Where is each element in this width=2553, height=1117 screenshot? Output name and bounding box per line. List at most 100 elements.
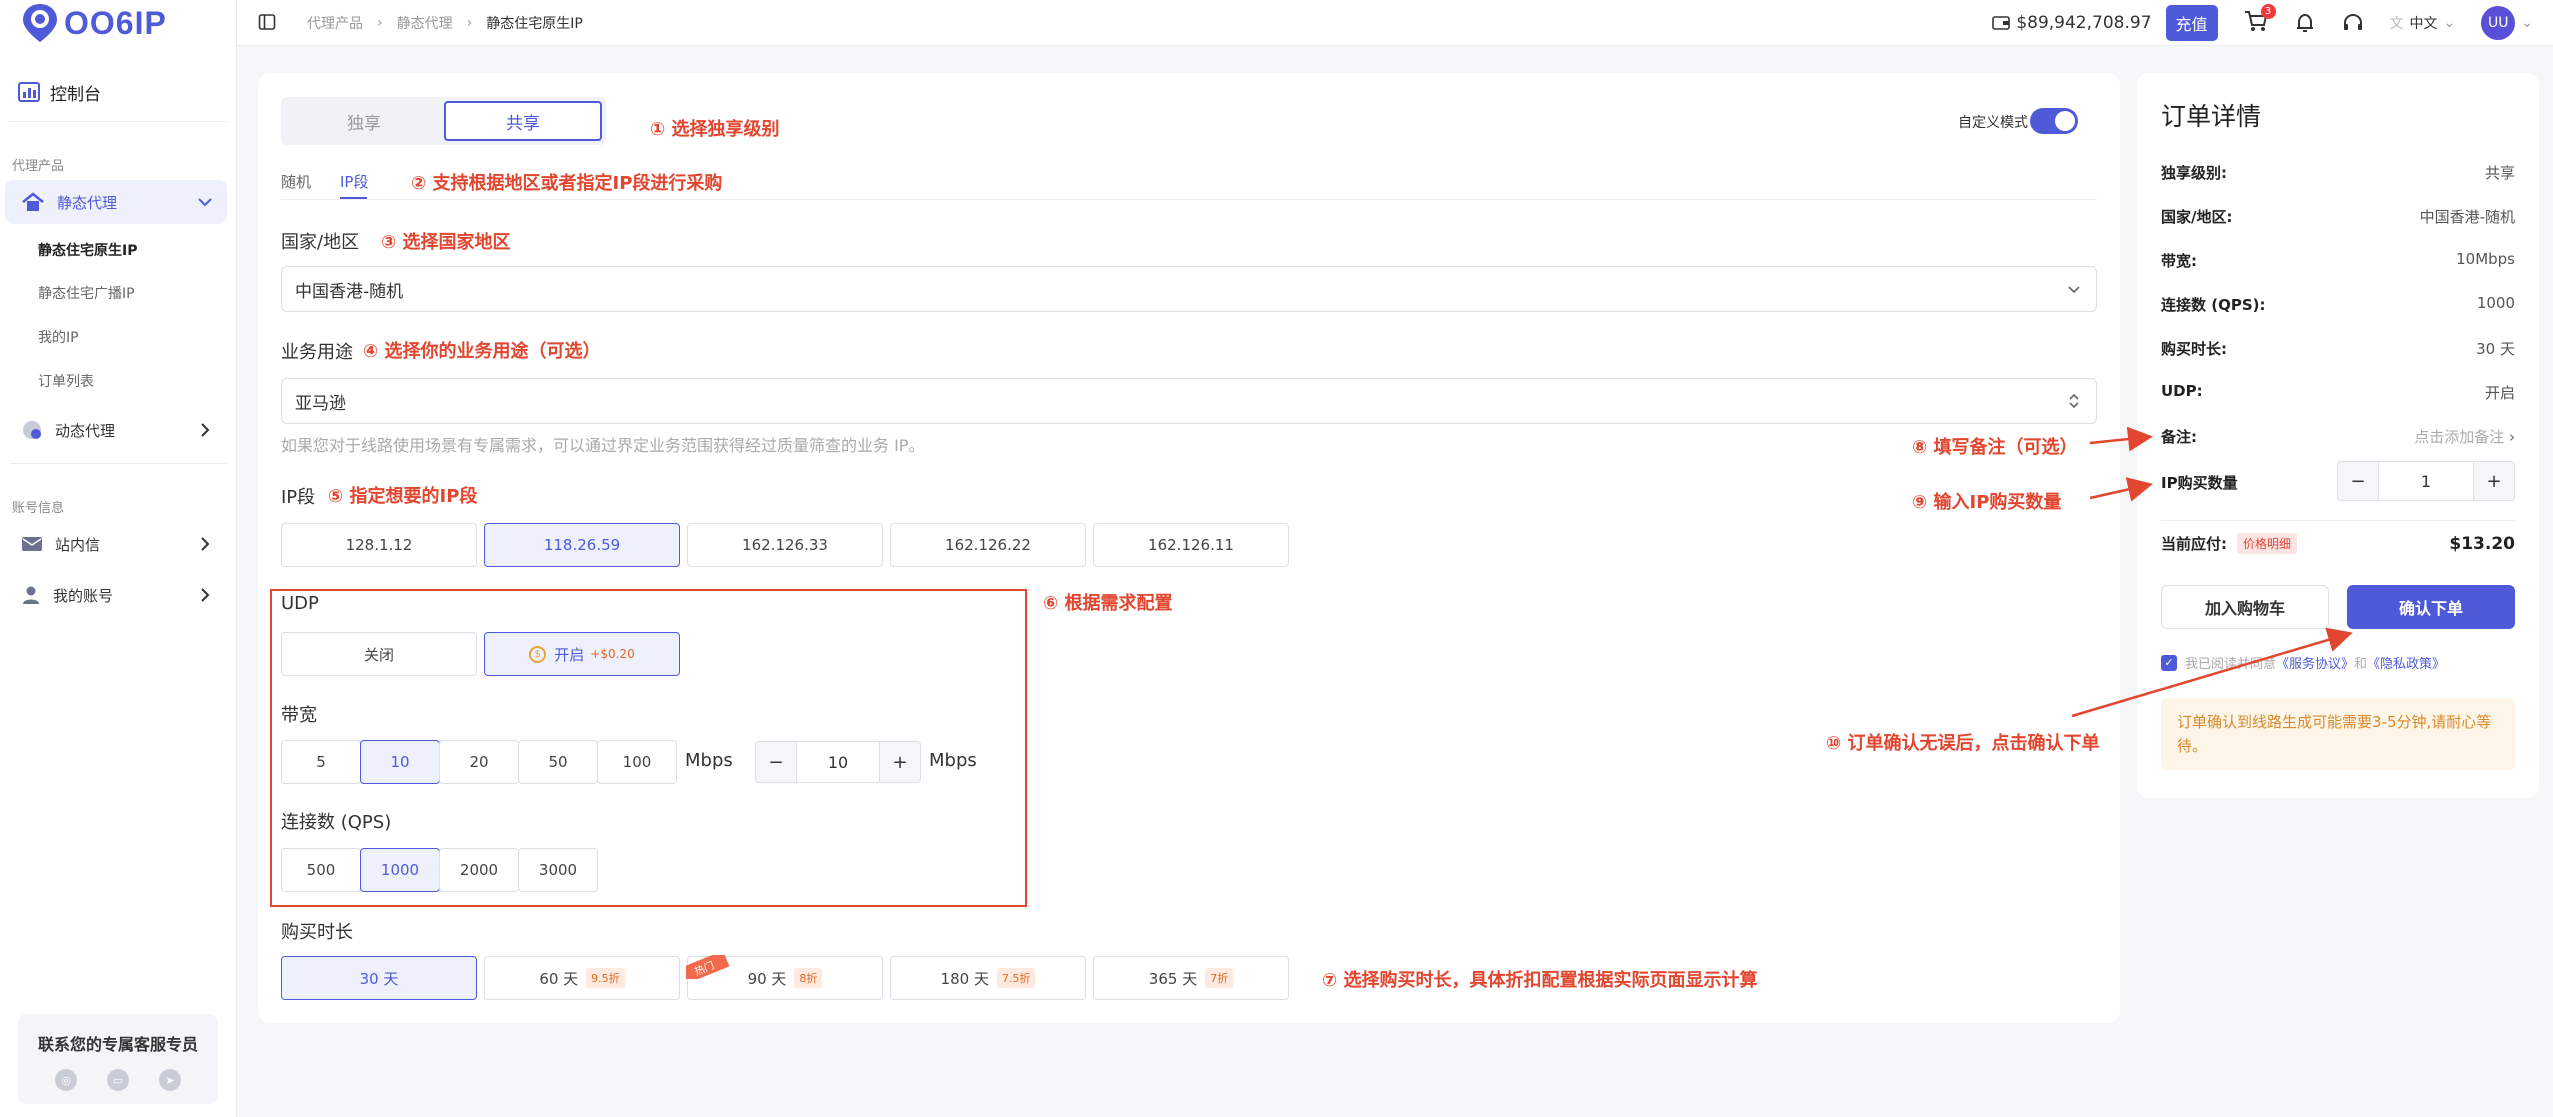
discount-badge: 9.5折 (586, 968, 625, 988)
level-exclusive-button[interactable]: 独享 (285, 101, 443, 141)
recharge-button[interactable]: 充值 (2165, 5, 2218, 41)
sidebar-subitem-broadcast-ip[interactable]: 静态住宅广播IP (38, 283, 135, 303)
sidebar-item-messages[interactable]: 站内信 (5, 522, 227, 566)
annotation-4: ④ 选择你的业务用途（可选） (363, 341, 601, 362)
privacy-link[interactable]: 《隐私政策》 (2367, 657, 2445, 672)
order-row: UDP: 开启 (2161, 382, 2515, 403)
bandwidth-option[interactable]: 10 (360, 740, 440, 784)
logo-pin-icon (23, 4, 57, 42)
qps-option[interactable]: 1000 (360, 848, 440, 892)
sidebar-item-dynamic-proxy[interactable]: 动态代理 (5, 408, 227, 452)
bandwidth-unit: Mbps (929, 750, 977, 771)
bandwidth-option[interactable]: 20 (439, 740, 519, 784)
usage-select[interactable]: 亚马逊 (281, 378, 2097, 424)
qps-option[interactable]: 2000 (439, 848, 519, 892)
sidebar-subitem-native-ip[interactable]: 静态住宅原生IP (38, 240, 137, 260)
sidebar-subitem-my-ip[interactable]: 我的IP (38, 327, 79, 347)
bandwidth-option[interactable]: 50 (518, 740, 598, 784)
duration-option[interactable]: 180 天 7.5折 (890, 956, 1086, 1000)
hot-ribbon-text: 热门 (686, 955, 730, 979)
ip-segment-option[interactable]: 118.26.59 (484, 523, 680, 567)
bandwidth-option[interactable]: 5 (281, 740, 361, 784)
sidebar-toggle-icon[interactable] (258, 13, 276, 31)
note-placeholder[interactable]: 点击添加备注 (2414, 428, 2504, 446)
wechat-icon[interactable]: ◎ (55, 1069, 77, 1091)
decrement-button[interactable]: − (756, 742, 796, 782)
sidebar-subitem-orders[interactable]: 订单列表 (38, 371, 94, 391)
qps-option[interactable]: 500 (281, 848, 361, 892)
udp-on-option[interactable]: $ 开启 +$0.20 (484, 632, 680, 676)
duration-option[interactable]: 60 天 9.5折 (484, 956, 680, 1000)
logo-text: OO6IP (64, 4, 167, 41)
ip-segment-option[interactable]: 162.126.11 (1093, 523, 1289, 567)
tab-active-indicator (340, 197, 367, 199)
sidebar-item-label: 动态代理 (55, 421, 116, 440)
duration-option[interactable]: 30 天 (281, 956, 477, 1000)
sidebar-item-my-account[interactable]: 我的账号 (5, 573, 227, 617)
sidebar-item-label: 控制台 (50, 84, 101, 105)
increment-button[interactable]: + (2474, 462, 2514, 500)
bandwidth-custom-input[interactable]: 10 (796, 742, 880, 782)
breadcrumb-item[interactable]: 代理产品 (307, 13, 363, 33)
order-note-row[interactable]: 备注: 点击添加备注 › (2161, 426, 2515, 447)
order-key: IP购买数量 (2161, 474, 2238, 492)
logo[interactable]: OO6IP (20, 2, 167, 44)
order-value: 中国香港-随机 (2419, 208, 2515, 226)
sort-caret-icon (2069, 393, 2079, 409)
annotation-9: ⑨ 输入IP购买数量 (1912, 492, 2062, 513)
tab-random[interactable]: 随机 (281, 171, 311, 192)
confirm-order-button[interactable]: 确认下单 (2347, 585, 2515, 629)
bandwidth-option[interactable]: 100 (597, 740, 677, 784)
divider (10, 463, 227, 464)
duration-label: 购买时长 (281, 922, 353, 943)
chat-icon[interactable]: ▭ (107, 1069, 129, 1091)
ip-quantity-input[interactable]: 1 (2378, 462, 2474, 500)
order-value: 30 天 (2476, 340, 2515, 358)
support-title: 联系您的专属客服专员 (37, 1035, 198, 1054)
custom-mode-toggle[interactable] (2030, 108, 2078, 134)
annotation-10: ⑩ 订单确认无误后，点击确认下单 (1826, 733, 2100, 754)
order-value: 1000 (2476, 294, 2515, 312)
bandwidth-unit: Mbps (685, 750, 733, 771)
user-icon (23, 586, 39, 604)
dashboard-icon (18, 82, 40, 102)
chevron-right-icon (201, 423, 210, 437)
order-total-value: $13.20 (2449, 533, 2515, 554)
order-key: 独享级别: (2161, 164, 2227, 182)
level-segmented-control: 独享 共享 (281, 97, 606, 145)
sidebar-item-dashboard[interactable]: 控制台 (18, 74, 228, 110)
cart-button[interactable]: 3 (2244, 3, 2276, 37)
order-row: 带宽: 10Mbps (2161, 250, 2515, 271)
udp-price: +$0.20 (590, 647, 635, 661)
bell-icon[interactable] (2294, 12, 2316, 34)
order-key: 备注: (2161, 428, 2197, 446)
user-menu[interactable]: UU ⌄ (2481, 6, 2533, 40)
country-select[interactable]: 中国香港-随机 (281, 266, 2097, 312)
ip-segment-option[interactable]: 162.126.22 (890, 523, 1086, 567)
language-switcher[interactable]: 文 中文 ⌄ (2390, 13, 2456, 33)
level-shared-button[interactable]: 共享 (444, 101, 602, 141)
headset-icon[interactable] (2342, 12, 2364, 34)
telegram-icon[interactable]: ➤ (159, 1069, 181, 1091)
sidebar-item-static-proxy[interactable]: 静态代理 (5, 180, 227, 224)
breadcrumb: 代理产品 › 静态代理 › 静态住宅原生IP (307, 13, 583, 33)
breadcrumb-item[interactable]: 静态代理 (397, 13, 453, 33)
order-key: 购买时长: (2161, 340, 2227, 358)
udp-off-option[interactable]: 关闭 (281, 632, 477, 676)
terms-link[interactable]: 《服务协议》 (2276, 657, 2354, 672)
add-to-cart-button[interactable]: 加入购物车 (2161, 585, 2329, 629)
duration-option[interactable]: 热门 90 天 8折 (686, 955, 883, 1000)
decrement-button[interactable]: − (2338, 462, 2378, 500)
sidebar: OO6IP 控制台 代理产品 静态代理 静态住宅原生IP 静态住宅广播IP 我的… (0, 0, 237, 1117)
agreement-checkbox[interactable]: ✓ (2161, 654, 2177, 671)
custom-mode-label: 自定义模式 (1958, 115, 2028, 131)
tab-ip-segment[interactable]: IP段 (340, 171, 368, 192)
increment-button[interactable]: + (880, 742, 920, 782)
ip-segment-option[interactable]: 128.1.12 (281, 523, 477, 567)
ip-segment-option[interactable]: 162.126.33 (687, 523, 883, 567)
duration-option[interactable]: 365 天 7折 (1093, 956, 1289, 1000)
balance: $89,942,708.97 (1992, 13, 2152, 33)
order-total-row: 当前应付: 价格明细 $13.20 (2161, 533, 2515, 554)
price-detail-link[interactable]: 价格明细 (2237, 533, 2298, 554)
qps-option[interactable]: 3000 (518, 848, 598, 892)
